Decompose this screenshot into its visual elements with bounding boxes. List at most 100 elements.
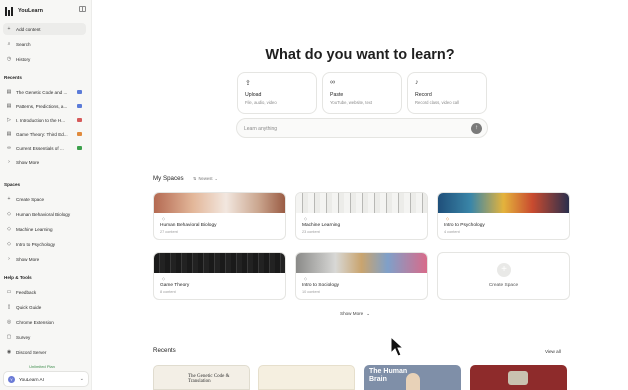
space-thumbnail	[154, 193, 285, 213]
space-item-label: Human Behavioral Biology	[16, 211, 71, 217]
space-card[interactable]: ◇ Machine Learning 23 content	[295, 192, 428, 240]
recent-item[interactable]: ∞ Current Essentials of ...	[3, 142, 86, 154]
recent-card[interactable]: The Genetic Code & Translation	[153, 365, 250, 390]
person-image	[406, 373, 420, 390]
recent-item-label: Game Theory: Third Ed...	[16, 131, 68, 137]
recent-item[interactable]: ▤ The Genetic Code and ...	[3, 86, 86, 98]
space-count: 4 content	[444, 230, 460, 234]
sidebar-item-label: History	[16, 56, 31, 62]
sort-icon: ⇅	[193, 176, 197, 181]
chevron-right-icon: ›	[8, 256, 10, 262]
my-spaces-title: My Spaces	[153, 175, 184, 182]
mic-icon: ♪	[415, 79, 419, 86]
cube-icon: ◇	[304, 276, 308, 281]
recent-item-label: I. Introduction to the H...	[16, 117, 66, 123]
recents-show-more[interactable]: › Show More	[3, 156, 86, 168]
book-icon: ▯	[7, 304, 11, 310]
sidebar-item-add-content[interactable]: + Add content	[3, 23, 86, 35]
recent-item[interactable]: ▤ Patterns, Predictions, a...	[3, 100, 86, 112]
puzzle-icon: ◎	[6, 319, 12, 325]
recent-item[interactable]: ▷ I. Introduction to the H...	[3, 114, 86, 126]
sidebar-space-item[interactable]: ◇ Machine Learning	[3, 223, 86, 235]
space-tag-icon	[77, 132, 82, 136]
mouse-cursor-icon	[390, 336, 404, 357]
help-item-label: Feedback	[16, 289, 37, 295]
help-item-label: Quick Guide	[16, 304, 42, 310]
cube-icon: ◇	[162, 216, 166, 221]
plus-icon: +	[497, 263, 511, 277]
sidebar-item-search[interactable]: ⌕ Search	[3, 38, 86, 50]
chevron-down-icon: ⌄	[79, 376, 84, 382]
play-icon: ▷	[7, 117, 11, 123]
recents-title: Recents	[153, 347, 176, 354]
view-all-link[interactable]: View all	[545, 349, 561, 354]
space-tag-icon	[77, 146, 82, 150]
help-section-title: Help & Tools	[4, 275, 32, 280]
recent-thumbnail-image	[508, 371, 528, 385]
space-title: Machine Learning	[302, 223, 341, 228]
link-icon: ∞	[7, 145, 11, 151]
sidebar: YouLearn + Add content ⌕ Search ◷ Histor…	[0, 0, 92, 390]
show-more-label: Show More	[340, 311, 364, 316]
cube-icon: ◇	[446, 216, 450, 221]
recent-item-label: Patterns, Predictions, a...	[16, 103, 68, 109]
account-menu[interactable]: Y YouLearn AI ⌄	[3, 371, 89, 387]
recent-card-text: The Genetic Code & Translation	[188, 374, 230, 384]
sidebar-item-label: Add content	[16, 26, 41, 32]
sidebar-space-item[interactable]: ◇ Human Behavioral Biology	[3, 208, 86, 220]
space-title: Intro to Psychology	[444, 223, 485, 228]
sidebar-item-label: Search	[16, 41, 31, 47]
link-icon: ∞	[330, 79, 335, 86]
avatar: Y	[8, 375, 15, 383]
account-name: YouLearn AI	[19, 376, 44, 382]
plus-icon: +	[7, 26, 11, 32]
create-space-card[interactable]: + Create Space	[437, 252, 570, 300]
send-arrow-icon[interactable]: ↑	[471, 123, 482, 134]
recent-item[interactable]: ▤ Game Theory: Third Ed...	[3, 128, 86, 140]
sidebar-item-feedback[interactable]: ▭ Feedback	[3, 286, 86, 298]
chevron-down-icon: ⌄	[366, 311, 371, 316]
sidebar-item-survey[interactable]: ▢ Survey	[3, 331, 86, 343]
sidebar-item-chrome-extension[interactable]: ◎ Chrome Extension	[3, 316, 86, 328]
record-card[interactable]: ♪ Record Record class, video call	[407, 72, 487, 114]
paste-card[interactable]: ∞ Paste YouTube, website, text	[322, 72, 402, 114]
space-count: 8 content	[160, 290, 176, 294]
space-card[interactable]: ◇ Human Behavioral Biology 27 content	[153, 192, 286, 240]
space-card[interactable]: ◇ Intro to Sociology 10 content	[295, 252, 428, 300]
app-name: YouLearn	[18, 8, 43, 14]
recent-item-label: Current Essentials of ...	[16, 145, 64, 151]
ask-bar: ↑	[236, 118, 488, 138]
recents-section-title: Recents	[4, 75, 22, 80]
recent-card[interactable]: The Human Brain	[364, 365, 461, 390]
spaces-show-more-button[interactable]: Show More ⌄	[340, 311, 370, 317]
recent-card[interactable]	[258, 365, 355, 390]
brand[interactable]: YouLearn	[5, 4, 43, 18]
space-item-label: Intro to Psychology	[16, 241, 56, 247]
space-card[interactable]: ◇ Game Theory 8 content	[153, 252, 286, 300]
clock-icon: ◷	[6, 56, 12, 62]
chevron-down-icon: ⌄	[214, 176, 218, 181]
sidebar-item-discord[interactable]: ◉ Discord Server	[3, 346, 86, 358]
space-card[interactable]: ◇ Intro to Psychology 4 content	[437, 192, 570, 240]
sidebar-item-history[interactable]: ◷ History	[3, 53, 86, 65]
collapse-sidebar-icon[interactable]	[79, 6, 86, 12]
space-tag-icon	[77, 90, 82, 94]
upload-card[interactable]: ⇪ Upload File, audio, video	[237, 72, 317, 114]
discord-icon: ◉	[6, 349, 12, 355]
sidebar-create-space[interactable]: + Create Space	[3, 193, 86, 205]
spaces-section-title: Spaces	[4, 182, 21, 187]
sort-dropdown[interactable]: ⇅ Newest ⌄	[193, 174, 218, 183]
space-thumbnail	[296, 253, 427, 273]
create-space-label: Create Space	[488, 283, 519, 288]
spaces-show-more[interactable]: › Show More	[3, 253, 86, 265]
sidebar-item-quick-guide[interactable]: ▯ Quick Guide	[3, 301, 86, 313]
upgrade-plan-label[interactable]: Unlimited Plan	[9, 362, 75, 371]
recent-item-label: The Genetic Code and ...	[16, 89, 68, 95]
search-icon: ⌕	[7, 41, 11, 47]
help-item-label: Survey	[16, 334, 31, 340]
space-item-label: Machine Learning	[16, 226, 53, 232]
sidebar-space-item[interactable]: ◇ Intro to Psychology	[3, 238, 86, 250]
learn-anything-input[interactable]	[244, 123, 464, 134]
space-title: Game Theory	[160, 283, 190, 288]
recent-card[interactable]	[470, 365, 567, 390]
